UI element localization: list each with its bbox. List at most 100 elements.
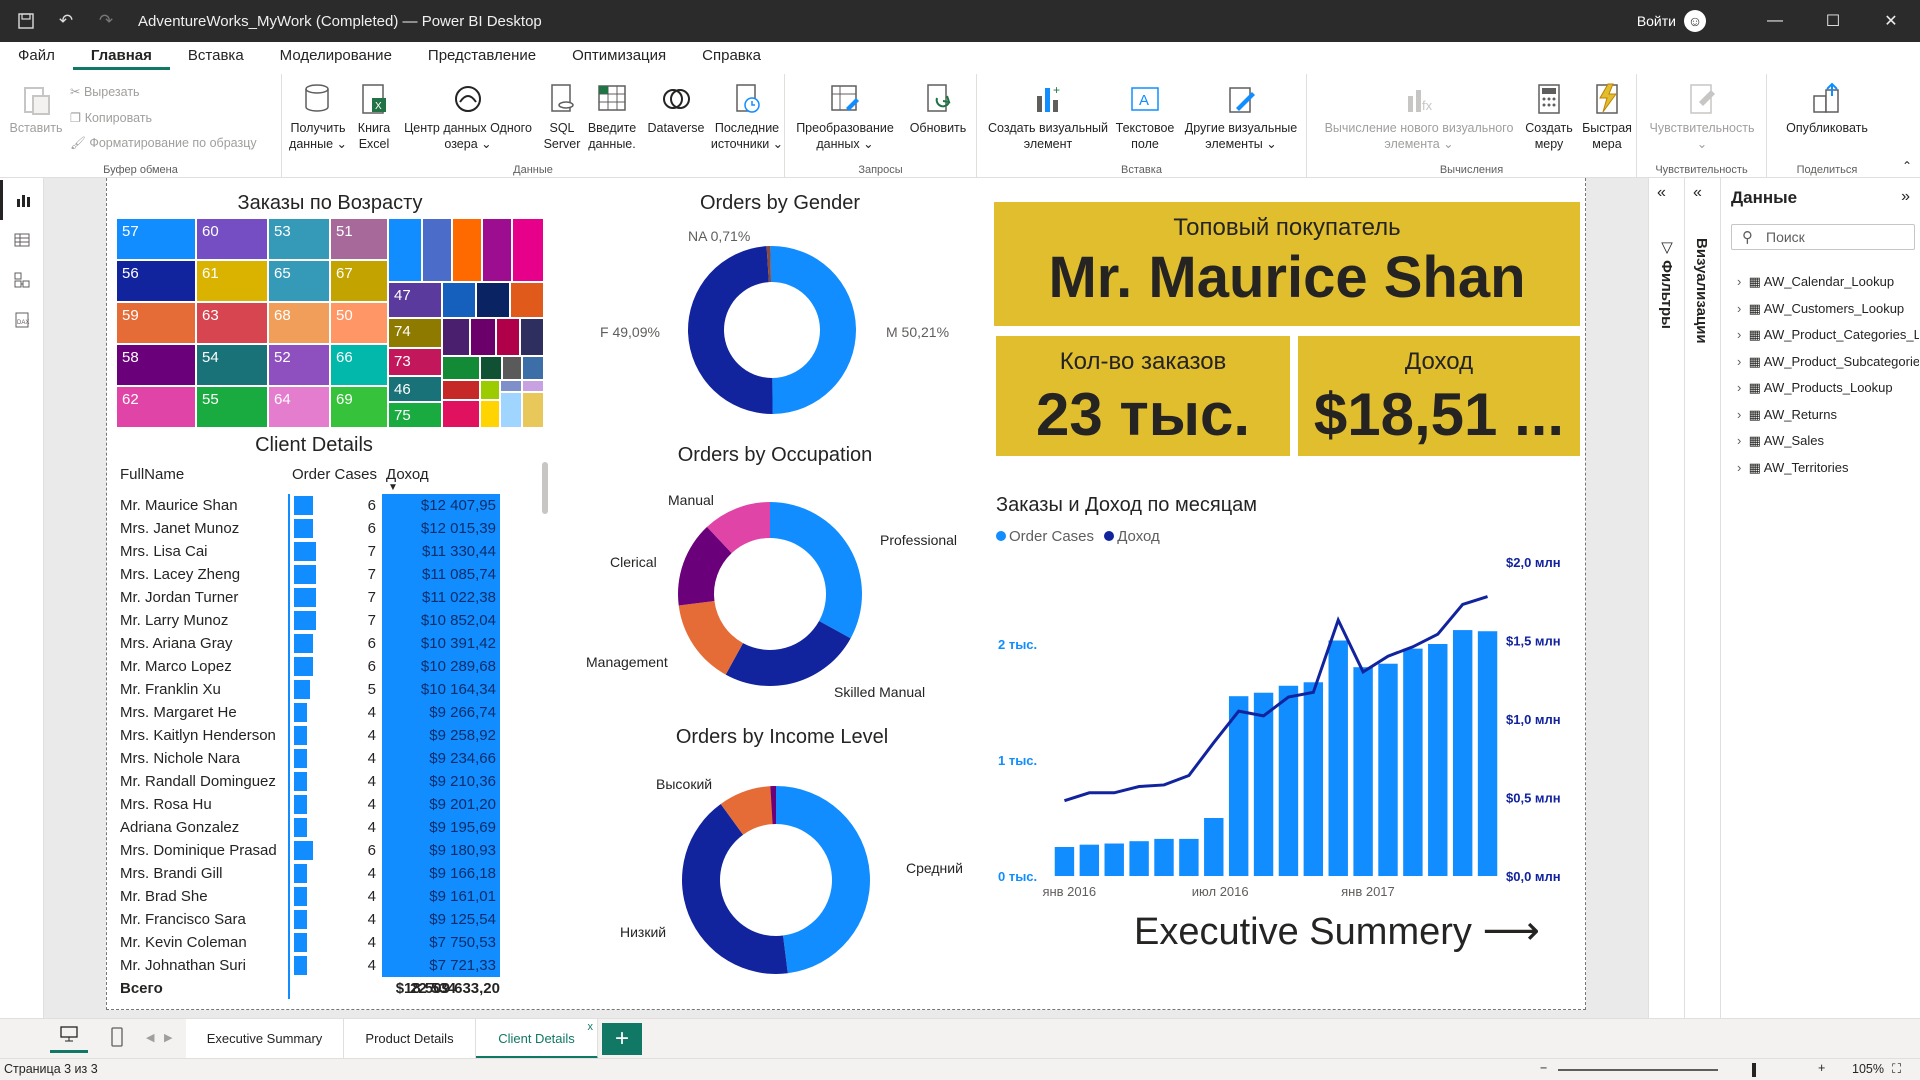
treemap-cell[interactable] xyxy=(442,318,470,356)
table-row[interactable]: Mr. Kevin Coleman 4 $7 750,53 xyxy=(116,931,506,954)
zoom-out-icon[interactable]: − xyxy=(1540,1061,1547,1075)
menu-modeling[interactable]: Моделирование xyxy=(262,47,410,70)
orders-bar[interactable] xyxy=(1253,692,1274,876)
column-header-income[interactable]: Доход xyxy=(386,466,429,483)
orders-bar[interactable] xyxy=(1179,838,1199,876)
expand-chevron-icon[interactable]: › xyxy=(1737,460,1749,475)
maximize-icon[interactable]: ☐ xyxy=(1804,11,1862,31)
sql-server-button[interactable]: SQL Server xyxy=(540,82,584,152)
visualizations-pane-collapsed[interactable]: « Визуализации xyxy=(1684,178,1720,1018)
data-table-item[interactable]: › ▦ AW_Sales xyxy=(1737,433,1919,449)
donut-slice[interactable] xyxy=(770,502,862,639)
age-treemap[interactable]: 57 60 53 51 56 61 65 67 59 63 68 50 58 5… xyxy=(116,218,544,428)
treemap-cell[interactable]: 69 xyxy=(330,386,388,428)
new-measure-button[interactable]: Создать меру xyxy=(1521,82,1577,152)
orders-bar[interactable] xyxy=(1378,663,1398,876)
orders-bar[interactable] xyxy=(1303,682,1324,876)
treemap-cell[interactable] xyxy=(500,392,522,428)
copy-button[interactable]: ❐ Копировать xyxy=(70,110,152,125)
orders-bar[interactable] xyxy=(1228,696,1249,876)
desktop-layout-icon[interactable] xyxy=(50,1025,88,1053)
data-table-item[interactable]: › ▦ AW_Calendar_Lookup xyxy=(1737,274,1919,290)
treemap-cell[interactable] xyxy=(520,318,544,356)
orders-bar[interactable] xyxy=(1204,818,1224,876)
donut-slice[interactable] xyxy=(776,786,871,974)
table-row[interactable]: Mrs. Nichole Nara 4 $9 234,66 xyxy=(116,747,506,770)
gender-donut-chart[interactable] xyxy=(660,230,900,430)
treemap-cell[interactable]: 75 xyxy=(388,402,442,428)
dax-query-view-icon[interactable]: DAX xyxy=(0,300,44,340)
treemap-cell[interactable] xyxy=(502,356,522,380)
treemap-cell[interactable]: 68 xyxy=(268,302,330,344)
table-view-icon[interactable] xyxy=(0,220,44,260)
treemap-cell[interactable]: 55 xyxy=(196,386,268,428)
table-row[interactable]: Mrs. Brandi Gill 4 $9 166,18 xyxy=(116,862,506,885)
new-visual-calculation-button[interactable]: fx Вычисление нового визуального элемента… xyxy=(1319,82,1519,152)
expand-chevron-icon[interactable]: › xyxy=(1737,407,1749,422)
paste-button[interactable]: Вставить xyxy=(8,82,64,136)
redo-icon[interactable]: ↷ xyxy=(92,7,120,35)
treemap-cell[interactable]: 64 xyxy=(268,386,330,428)
treemap-cell[interactable] xyxy=(442,356,480,380)
expand-chevron-icon[interactable]: › xyxy=(1737,274,1749,289)
orders-bar[interactable] xyxy=(1278,685,1299,876)
treemap-cell[interactable] xyxy=(470,318,496,356)
orders-bar[interactable] xyxy=(1477,631,1498,876)
treemap-cell[interactable]: 54 xyxy=(196,344,268,386)
treemap-cell[interactable] xyxy=(452,218,482,282)
donut-slice[interactable] xyxy=(687,246,773,414)
sign-in-button[interactable]: Войти xyxy=(1637,13,1676,29)
table-row[interactable]: Mr. Jordan Turner 7 $11 022,38 xyxy=(116,586,506,609)
table-row[interactable]: Mrs. Ariana Gray 6 $10 391,42 xyxy=(116,632,506,655)
table-scrollbar[interactable] xyxy=(542,462,548,514)
occupation-donut-chart[interactable] xyxy=(660,488,900,688)
menu-help[interactable]: Справка xyxy=(684,47,779,70)
orders-bar[interactable] xyxy=(1054,847,1075,876)
treemap-cell[interactable] xyxy=(496,318,520,356)
treemap-cell[interactable]: 59 xyxy=(116,302,196,344)
menu-optimize[interactable]: Оптимизация xyxy=(554,47,684,70)
table-row[interactable]: Mr. Franklin Xu 5 $10 164,34 xyxy=(116,678,506,701)
tab-client-details[interactable]: Client Details x xyxy=(476,1019,598,1059)
refresh-button[interactable]: Обновить xyxy=(903,82,973,136)
publish-button[interactable]: Опубликовать xyxy=(1775,82,1879,136)
treemap-cell[interactable] xyxy=(476,282,510,318)
treemap-cell[interactable]: 50 xyxy=(330,302,388,344)
save-icon[interactable] xyxy=(12,7,40,35)
zoom-slider-thumb[interactable] xyxy=(1752,1063,1756,1077)
table-row[interactable]: Mrs. Lisa Cai 7 $11 330,44 xyxy=(116,540,506,563)
table-row[interactable]: Mr. Maurice Shan 6 $12 407,95 xyxy=(116,494,506,517)
data-table-item[interactable]: › ▦ AW_Territories xyxy=(1737,460,1919,476)
minimize-icon[interactable]: — xyxy=(1746,12,1804,30)
table-row[interactable]: Mr. Brad She 4 $9 161,01 xyxy=(116,885,506,908)
table-row[interactable]: Mrs. Kaitlyn Henderson 4 $9 258,92 xyxy=(116,724,506,747)
treemap-cell[interactable] xyxy=(480,380,500,400)
treemap-cell[interactable]: 58 xyxy=(116,344,196,386)
expand-chevron-icon[interactable]: › xyxy=(1737,354,1749,369)
new-visual-button[interactable]: + Создать визуальный элемент xyxy=(985,82,1111,152)
report-view-icon[interactable] xyxy=(0,180,44,220)
expand-chevron-icon[interactable]: › xyxy=(1737,327,1749,342)
enter-data-button[interactable]: Введите данные. xyxy=(582,82,642,152)
donut-slice[interactable] xyxy=(725,620,851,686)
expand-chevron-icon[interactable]: › xyxy=(1737,433,1749,448)
expand-visualizations-icon[interactable]: « xyxy=(1693,184,1702,202)
table-row[interactable]: Mr. Johnathan Suri 4 $7 721,33 xyxy=(116,954,506,977)
collapse-ribbon-icon[interactable]: ⌃ xyxy=(1902,159,1912,173)
treemap-cell[interactable]: 51 xyxy=(330,218,388,260)
close-icon[interactable]: ✕ xyxy=(1862,11,1920,31)
treemap-cell[interactable] xyxy=(500,380,522,392)
data-table-item[interactable]: › ▦ AW_Product_Subcategories_Lookup xyxy=(1737,354,1919,370)
treemap-cell[interactable]: 73 xyxy=(388,348,442,376)
column-header-fullname[interactable]: FullName xyxy=(120,466,184,483)
table-row[interactable]: Mrs. Dominique Prasad 6 $9 180,93 xyxy=(116,839,506,862)
filters-pane-collapsed[interactable]: « ▽ Фильтры xyxy=(1648,178,1684,1018)
expand-chevron-icon[interactable]: › xyxy=(1737,301,1749,316)
treemap-cell[interactable] xyxy=(442,400,480,428)
model-view-icon[interactable] xyxy=(0,260,44,300)
treemap-cell[interactable] xyxy=(522,392,544,428)
treemap-cell[interactable] xyxy=(522,380,544,392)
treemap-cell[interactable] xyxy=(480,400,500,428)
mobile-layout-icon[interactable] xyxy=(110,1027,124,1052)
format-painter-button[interactable]: 🖌 Форматирование по образцу xyxy=(70,136,257,151)
